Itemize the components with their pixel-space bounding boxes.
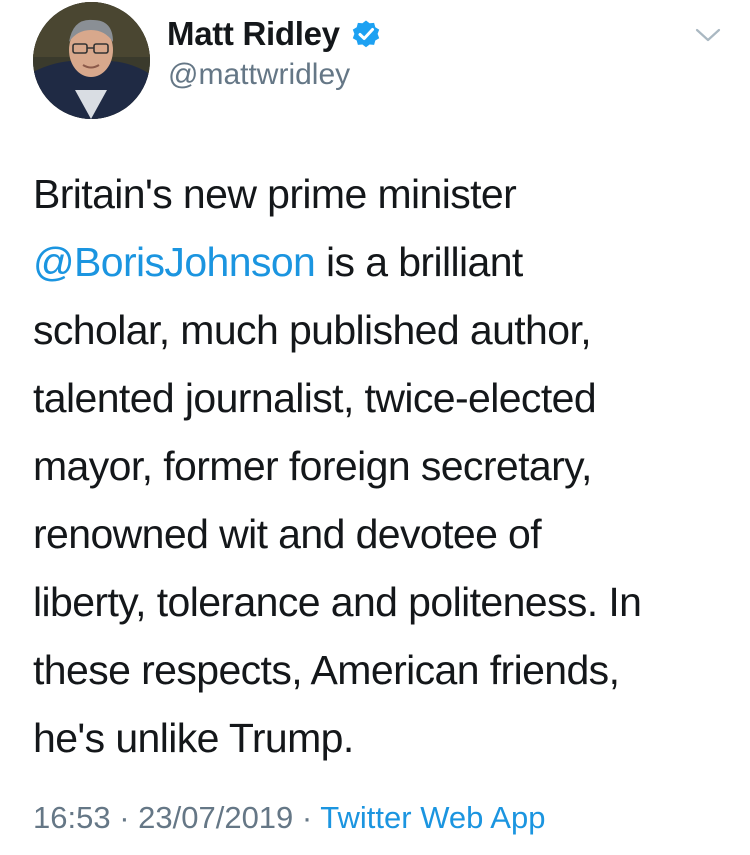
meta-separator: · bbox=[110, 800, 139, 835]
tweet-line: liberty, tolerance and politeness. In bbox=[33, 568, 723, 636]
tweet-line-text: renowned wit and devotee of bbox=[33, 511, 542, 557]
mention-link[interactable]: @BorisJohnson bbox=[33, 239, 316, 285]
tweet-line-text: scholar, much published author, bbox=[33, 307, 592, 353]
tweet-line: scholar, much published author, bbox=[33, 296, 723, 364]
tweet-line: Britain's new prime minister bbox=[33, 160, 723, 228]
tweet-line: he's unlike Trump. bbox=[33, 704, 723, 772]
tweet-time[interactable]: 16:53 bbox=[33, 800, 111, 835]
tweet-line-text: Britain's new prime minister bbox=[33, 171, 517, 217]
tweet-line-text: liberty, tolerance and politeness. In bbox=[33, 579, 642, 625]
tweet-date[interactable]: 23/07/2019 bbox=[138, 800, 293, 835]
tweet-line-text: he's unlike Trump. bbox=[33, 715, 354, 761]
tweet-line-text: talented journalist, twice-elected bbox=[33, 375, 597, 421]
verified-badge-icon bbox=[350, 18, 382, 50]
avatar-photo bbox=[33, 2, 150, 119]
tweet-line: talented journalist, twice-elected bbox=[33, 364, 723, 432]
author-handle[interactable]: @mattwridley bbox=[168, 58, 350, 92]
tweet-line: mayor, former foreign secretary, bbox=[33, 432, 723, 500]
chevron-down-icon[interactable] bbox=[693, 26, 723, 44]
tweet-line-text: mayor, former foreign secretary, bbox=[33, 443, 592, 489]
tweet-line: these respects, American friends, bbox=[33, 636, 723, 704]
tweet-line-text: these respects, American friends, bbox=[33, 647, 620, 693]
tweet-text: Britain's new prime minister @BorisJohns… bbox=[33, 160, 723, 772]
tweet-line-text: is a brilliant bbox=[315, 239, 523, 285]
avatar[interactable] bbox=[33, 2, 150, 119]
tweet-line: @BorisJohnson is a brilliant bbox=[33, 228, 723, 296]
tweet-card: Matt Ridley @mattwridley Britain's new p… bbox=[0, 0, 750, 855]
tweet-source-link[interactable]: Twitter Web App bbox=[320, 800, 545, 835]
author-name-row[interactable]: Matt Ridley bbox=[167, 12, 382, 56]
meta-separator: · bbox=[293, 800, 321, 835]
author-display-name[interactable]: Matt Ridley bbox=[167, 15, 340, 53]
tweet-meta: 16:53 · 23/07/2019 · Twitter Web App bbox=[33, 800, 545, 836]
tweet-line: renowned wit and devotee of bbox=[33, 500, 723, 568]
